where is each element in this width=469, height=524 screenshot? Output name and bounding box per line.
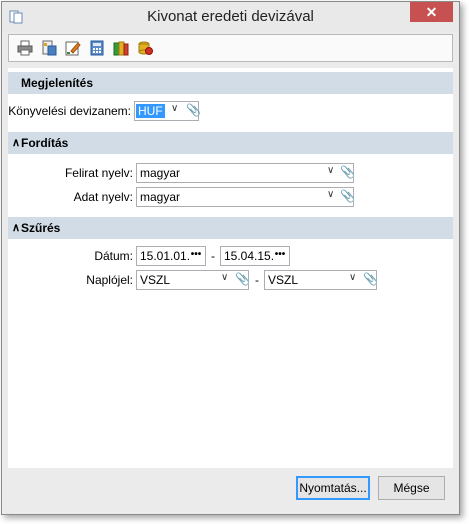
journal-range-separator: - bbox=[255, 273, 259, 287]
journal-from-select[interactable]: VSZL ∨ 📎 bbox=[136, 270, 250, 290]
paperclip-icon[interactable]: 📎 bbox=[363, 272, 378, 286]
chevron-down-icon: ∨ bbox=[327, 165, 335, 176]
data-language-label: Adat nyelv: bbox=[73, 190, 133, 204]
archive-icon[interactable] bbox=[113, 40, 129, 56]
section-filter-title: Szűrés bbox=[21, 221, 61, 235]
chevron-down-icon: ∨ bbox=[171, 103, 179, 114]
section-translation-header[interactable]: ∧ Fordítás bbox=[8, 132, 453, 154]
journal-label: Naplójel: bbox=[86, 273, 133, 287]
edit-icon[interactable] bbox=[65, 40, 81, 56]
paperclip-icon[interactable]: 📎 bbox=[235, 272, 250, 286]
currency-label: Könyvelési devizanem: bbox=[8, 104, 131, 118]
close-button[interactable]: ✕ bbox=[410, 2, 453, 22]
window-title: Kivonat eredeti devizával bbox=[147, 8, 314, 25]
form-panel: Megjelenítés Könyvelési devizanem: HUF ∨… bbox=[8, 68, 453, 468]
dialog-window: Kivonat eredeti devizával ✕ Megjelenítés… bbox=[1, 1, 460, 515]
data-language-value: magyar bbox=[140, 190, 181, 204]
date-picker-button[interactable]: ••• bbox=[273, 249, 287, 263]
date-from-input[interactable]: 15.01.01. ••• bbox=[136, 246, 206, 266]
journal-to-select[interactable]: VSZL ∨ 📎 bbox=[264, 270, 378, 290]
print-icon[interactable] bbox=[17, 40, 33, 56]
date-picker-button[interactable]: ••• bbox=[189, 249, 203, 263]
chevron-up-icon: ∧ bbox=[12, 222, 21, 234]
chevron-down-icon: ∨ bbox=[327, 189, 335, 200]
section-display-title: Megjelenítés bbox=[21, 76, 94, 90]
date-to-value: 15.04.15. bbox=[224, 249, 275, 263]
cancel-button[interactable]: Mégse bbox=[378, 476, 445, 500]
paperclip-icon[interactable]: 📎 bbox=[186, 103, 201, 117]
section-translation-title: Fordítás bbox=[21, 136, 69, 150]
currency-value: HUF bbox=[136, 104, 165, 118]
date-to-input[interactable]: 15.04.15. ••• bbox=[220, 246, 290, 266]
chevron-down-icon: ∨ bbox=[349, 272, 357, 283]
date-from-value: 15.01.01. bbox=[140, 249, 191, 263]
calculator-icon[interactable] bbox=[89, 40, 105, 56]
paperclip-icon[interactable]: 📎 bbox=[340, 189, 355, 203]
date-label: Dátum: bbox=[94, 249, 133, 263]
caption-language-label: Felirat nyelv: bbox=[64, 166, 133, 180]
database-icon[interactable] bbox=[137, 40, 153, 56]
export-icon[interactable] bbox=[41, 40, 57, 56]
journal-from-value: VSZL bbox=[140, 273, 171, 287]
toolbar bbox=[8, 34, 453, 62]
paperclip-icon[interactable]: 📎 bbox=[340, 165, 355, 179]
print-button[interactable]: Nyomtatás... bbox=[296, 476, 370, 500]
chevron-down-icon: ∨ bbox=[221, 272, 229, 283]
data-language-select[interactable]: magyar ∨ 📎 bbox=[136, 187, 355, 207]
title-bar[interactable]: Kivonat eredeti devizával ✕ bbox=[2, 2, 459, 32]
caption-language-value: magyar bbox=[140, 166, 181, 180]
caption-language-select[interactable]: magyar ∨ 📎 bbox=[136, 163, 355, 183]
chevron-up-icon: ∧ bbox=[12, 137, 21, 149]
section-display-header: Megjelenítés bbox=[8, 72, 453, 94]
currency-select[interactable]: HUF ∨ 📎 bbox=[134, 101, 201, 121]
section-filter-header[interactable]: ∧ Szűrés bbox=[8, 217, 453, 239]
journal-to-value: VSZL bbox=[268, 273, 299, 287]
date-range-separator: - bbox=[211, 249, 215, 263]
